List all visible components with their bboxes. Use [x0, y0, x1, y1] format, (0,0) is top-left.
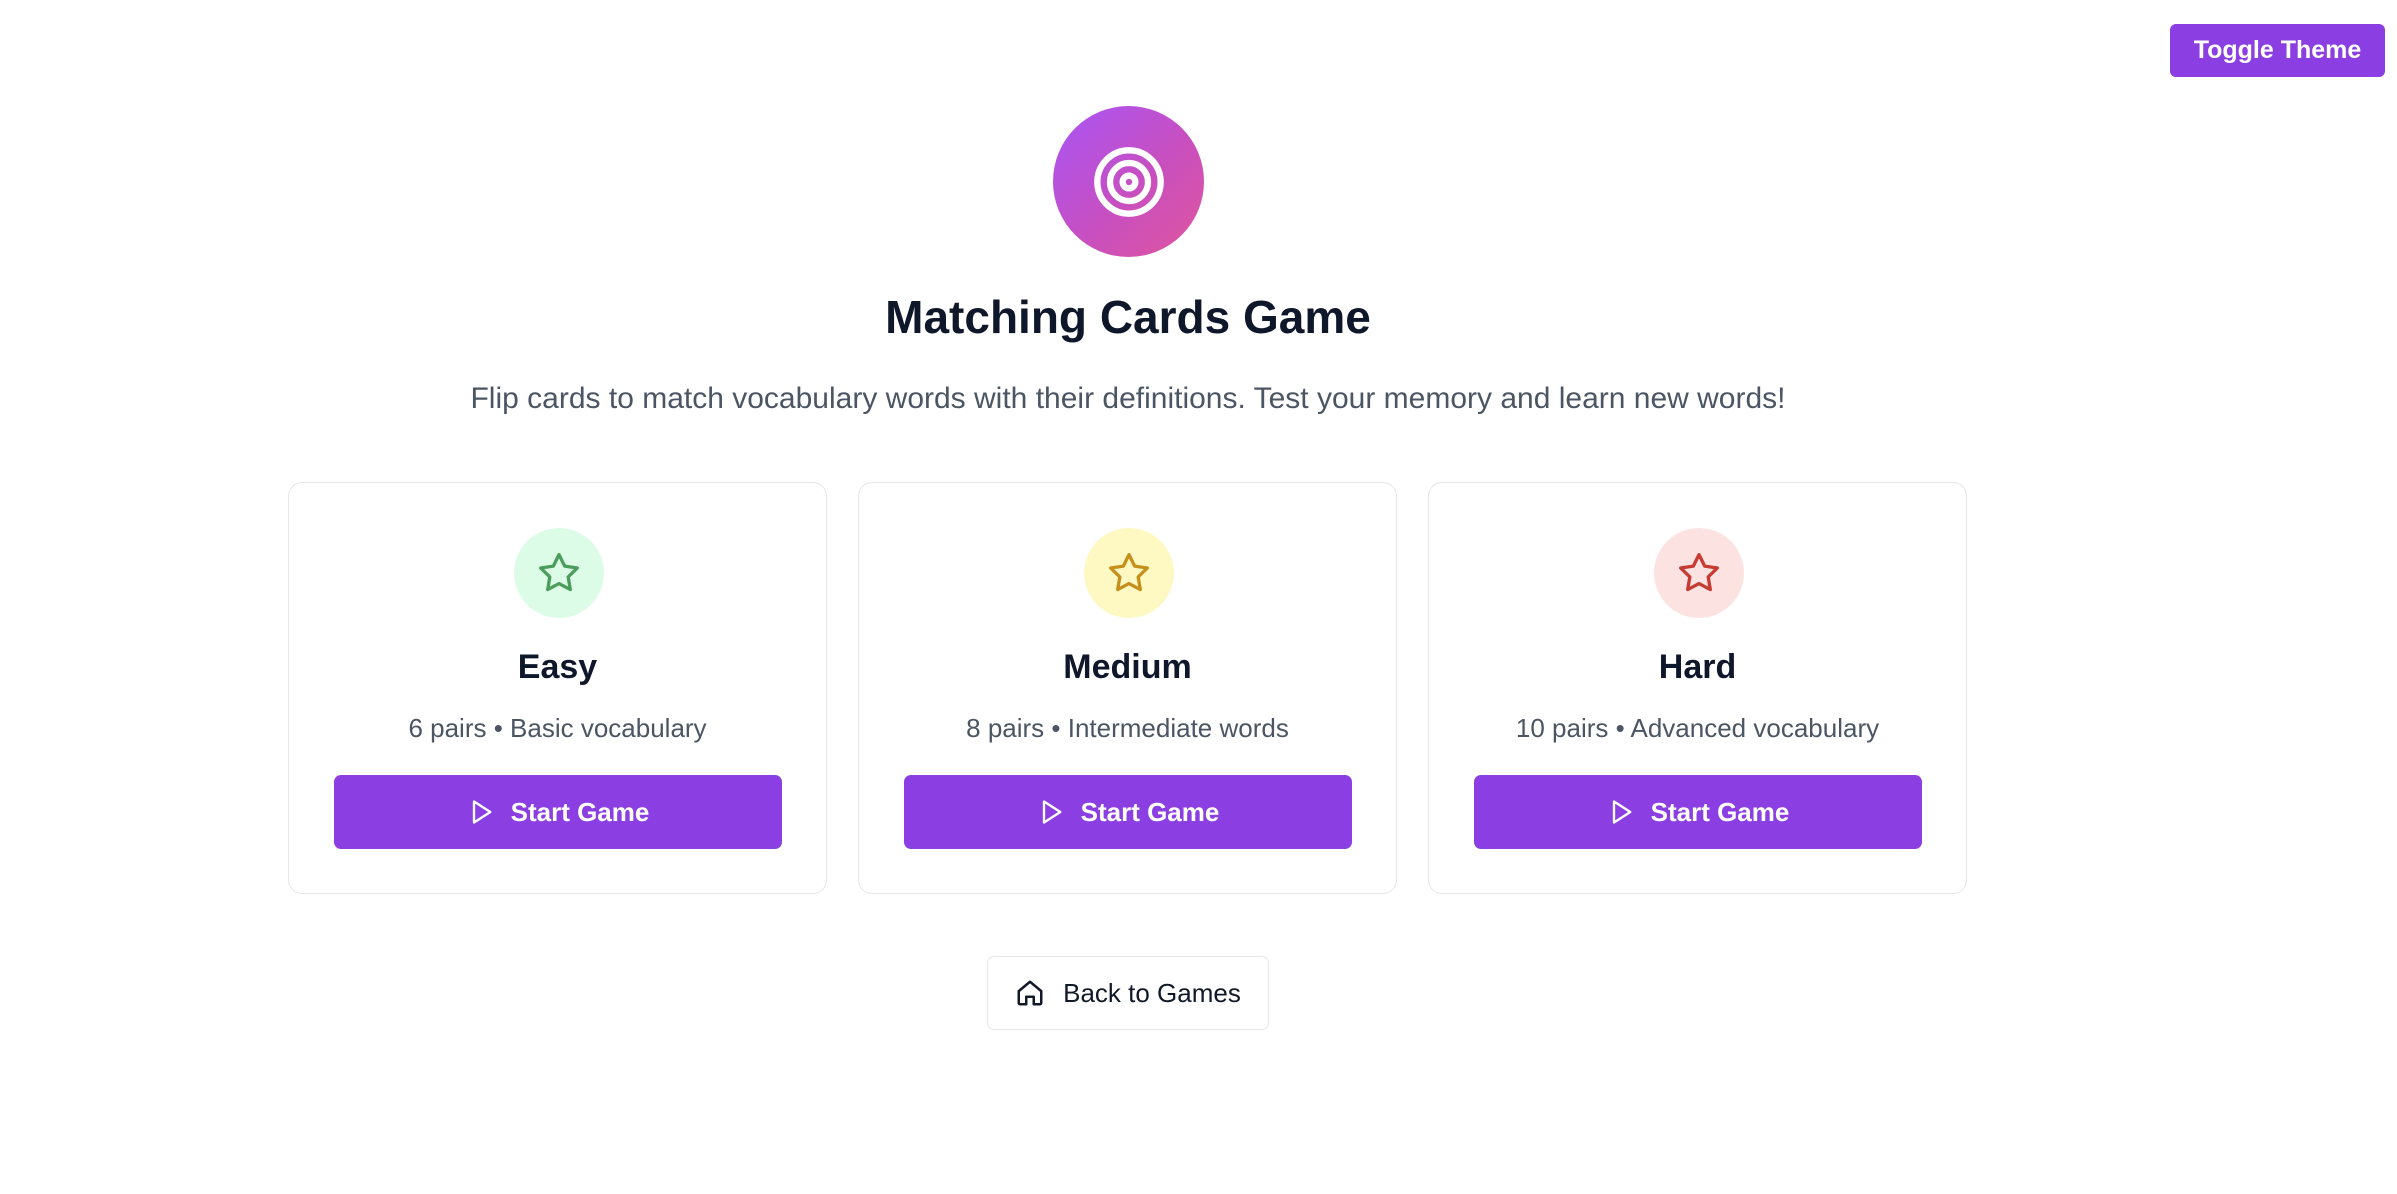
start-game-label: Start Game	[1080, 796, 1220, 827]
play-icon	[1037, 798, 1065, 826]
toggle-theme-button[interactable]: Toggle Theme	[2170, 24, 2385, 77]
start-game-label: Start Game	[1650, 796, 1790, 827]
difficulty-description: 8 pairs • Intermediate words	[966, 713, 1289, 743]
star-icon	[1107, 551, 1151, 595]
difficulty-card-easy: Easy 6 pairs • Basic vocabulary Start Ga…	[288, 482, 827, 894]
back-to-games-button[interactable]: Back to Games	[987, 956, 1269, 1030]
hero-badge	[1053, 106, 1204, 257]
start-game-button-medium[interactable]: Start Game	[904, 775, 1352, 849]
page-subtitle: Flip cards to match vocabulary words wit…	[470, 382, 1786, 415]
difficulty-description: 10 pairs • Advanced vocabulary	[1515, 713, 1880, 743]
difficulty-badge-hard	[1654, 528, 1744, 618]
difficulty-title: Medium	[1063, 648, 1192, 686]
home-icon	[1015, 978, 1045, 1008]
difficulty-badge-medium	[1084, 528, 1174, 618]
start-game-button-hard[interactable]: Start Game	[1474, 775, 1922, 849]
play-icon	[1607, 798, 1635, 826]
page-title: Matching Cards Game	[885, 291, 1371, 343]
start-game-button-easy[interactable]: Start Game	[334, 775, 782, 849]
start-game-label: Start Game	[510, 796, 650, 827]
difficulty-card-hard: Hard 10 pairs • Advanced vocabulary Star…	[1428, 482, 1967, 894]
star-icon	[537, 551, 581, 595]
difficulty-description: 6 pairs • Basic vocabulary	[408, 713, 707, 743]
target-icon	[1091, 144, 1167, 220]
back-to-games-label: Back to Games	[1063, 977, 1241, 1008]
difficulty-title: Easy	[517, 648, 598, 686]
page: Toggle Theme Matching Cards Game Flip ca…	[0, 0, 2397, 1194]
difficulty-title: Hard	[1658, 648, 1737, 686]
star-icon	[1677, 551, 1721, 595]
difficulty-cards: Easy 6 pairs • Basic vocabulary Start Ga…	[288, 482, 1967, 894]
play-icon	[467, 798, 495, 826]
difficulty-card-medium: Medium 8 pairs • Intermediate words Star…	[858, 482, 1397, 894]
difficulty-badge-easy	[514, 528, 604, 618]
